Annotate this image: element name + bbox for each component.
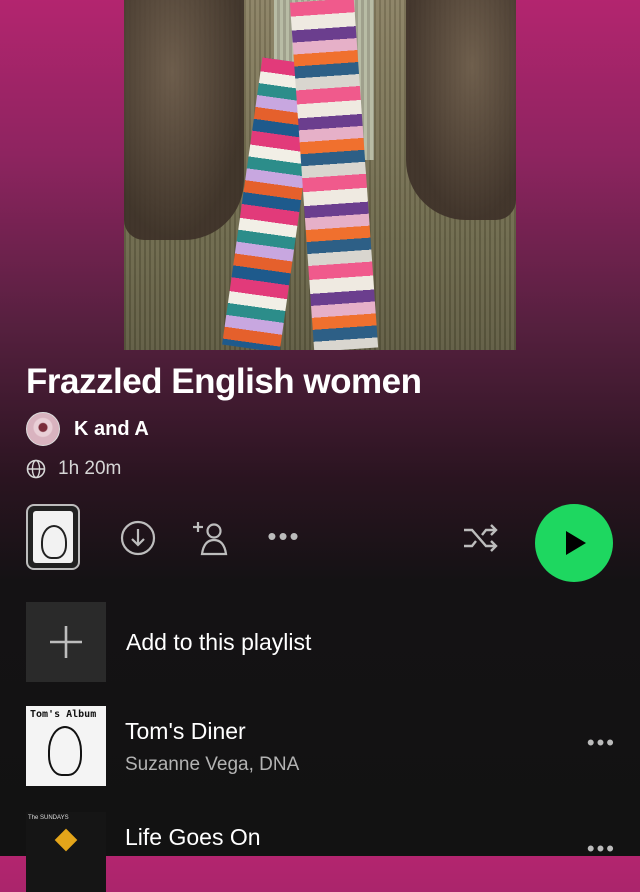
more-options-button[interactable]: •••: [264, 516, 304, 556]
add-to-playlist-row[interactable]: Add to this playlist: [26, 602, 616, 682]
track-title[interactable]: Life Goes On: [125, 824, 261, 851]
add-collaborator-button[interactable]: [192, 518, 232, 558]
add-to-playlist-label[interactable]: Add to this playlist: [126, 629, 311, 656]
shuffle-button[interactable]: [460, 518, 500, 558]
playlist-cover-image: [124, 0, 516, 350]
artwork-figure: [54, 828, 78, 852]
cover-hair-right: [406, 0, 516, 220]
download-icon: [120, 520, 156, 556]
globe-icon: [26, 459, 46, 479]
plus-icon: [50, 626, 82, 658]
shuffle-icon: [464, 524, 498, 552]
duration-text: 1h 20m: [58, 458, 122, 479]
track-artwork: The SUNDAYS: [26, 812, 106, 892]
playlist-controls: •••: [0, 504, 640, 582]
preview-cover-art: [33, 511, 73, 563]
add-tile[interactable]: [26, 602, 106, 682]
more-icon: •••: [267, 520, 301, 551]
playlist-owner[interactable]: K and A: [26, 412, 149, 446]
artwork-text: Tom's Album: [30, 709, 97, 720]
track-artist[interactable]: Suzanne Vega, DNA: [125, 754, 299, 776]
preview-cover-button[interactable]: [26, 504, 80, 570]
track-artwork: Tom's Album: [26, 706, 106, 786]
download-button[interactable]: [118, 518, 158, 558]
track-more-button[interactable]: •••: [587, 730, 616, 756]
cover-hair-left: [124, 0, 244, 240]
track-title[interactable]: Tom's Diner: [125, 718, 246, 745]
owner-name[interactable]: K and A: [74, 418, 149, 441]
artwork-figure: [48, 726, 82, 776]
track-row[interactable]: The SUNDAYS Life Goes On •••: [26, 812, 616, 892]
play-button[interactable]: [535, 504, 613, 582]
track-more-button[interactable]: •••: [587, 836, 616, 862]
owner-avatar[interactable]: [26, 412, 60, 446]
playlist-duration: 1h 20m: [26, 456, 121, 482]
play-icon: [566, 531, 586, 555]
artwork-text: The SUNDAYS: [28, 815, 69, 821]
track-row[interactable]: Tom's Album Tom's Diner Suzanne Vega, DN…: [26, 706, 616, 786]
playlist-title: Frazzled English women: [26, 362, 422, 401]
add-user-icon: [193, 522, 228, 556]
